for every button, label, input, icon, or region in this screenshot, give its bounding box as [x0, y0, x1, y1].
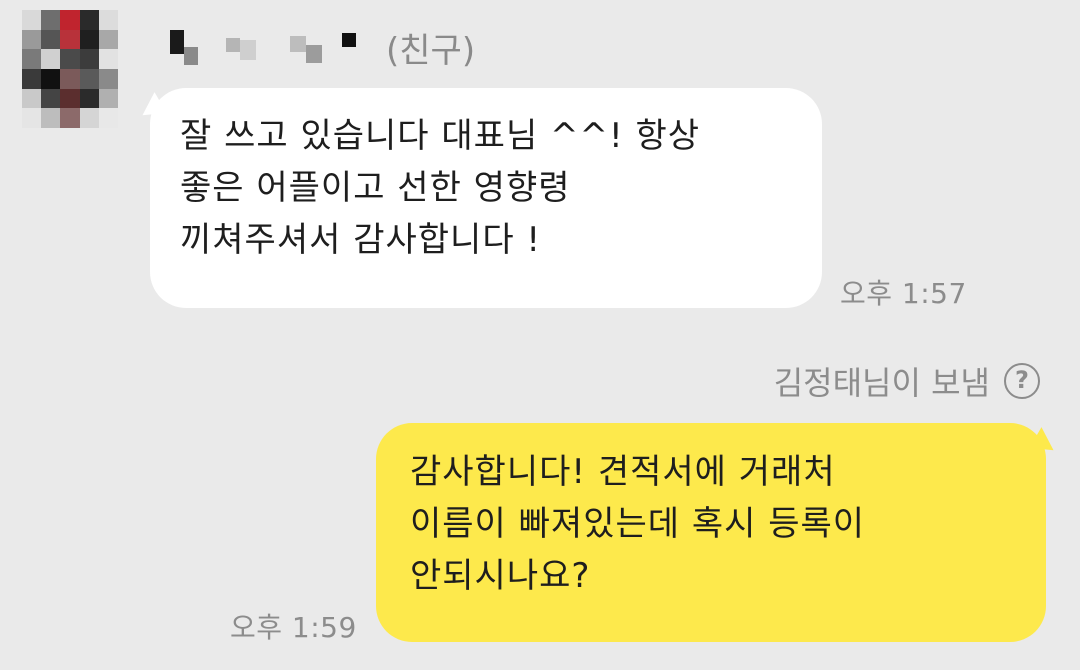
friend-tag: (친구) [386, 30, 476, 71]
incoming-message-line: 잘 쓰고 있습니다 대표님 ^^! 항상 [180, 116, 701, 156]
outgoing-message-line: 이름이 빠져있는데 혹시 등록이 [410, 504, 866, 544]
incoming-message-bubble[interactable]: 잘 쓰고 있습니다 대표님 ^^! 항상 좋은 어플이고 선한 영향령 끼쳐주셔… [150, 88, 822, 308]
incoming-message-line: 끼쳐주셔서 감사합니다 ! [180, 220, 542, 260]
sender-name-redacted [170, 29, 356, 65]
incoming-message-line: 좋은 어플이고 선한 영향령 [180, 168, 571, 208]
sent-by-row: 김정태님이 보냄 ? [774, 358, 1040, 404]
outgoing-message-line: 감사합니다! 견적서에 거래처 [410, 452, 836, 492]
outgoing-message-line: 안되시나요? [410, 556, 591, 596]
question-circle-icon[interactable]: ? [1004, 363, 1040, 399]
outgoing-message-bubble[interactable]: 감사합니다! 견적서에 거래처 이름이 빠져있는데 혹시 등록이 안되시나요? [376, 423, 1046, 642]
sent-by-label: 김정태님이 보냄 [773, 364, 990, 402]
sender-header: (친구) [170, 22, 475, 72]
avatar[interactable] [22, 10, 118, 128]
incoming-message-time: 오후 1:57 [840, 277, 967, 310]
outgoing-message-time: 오후 1:59 [230, 611, 357, 644]
